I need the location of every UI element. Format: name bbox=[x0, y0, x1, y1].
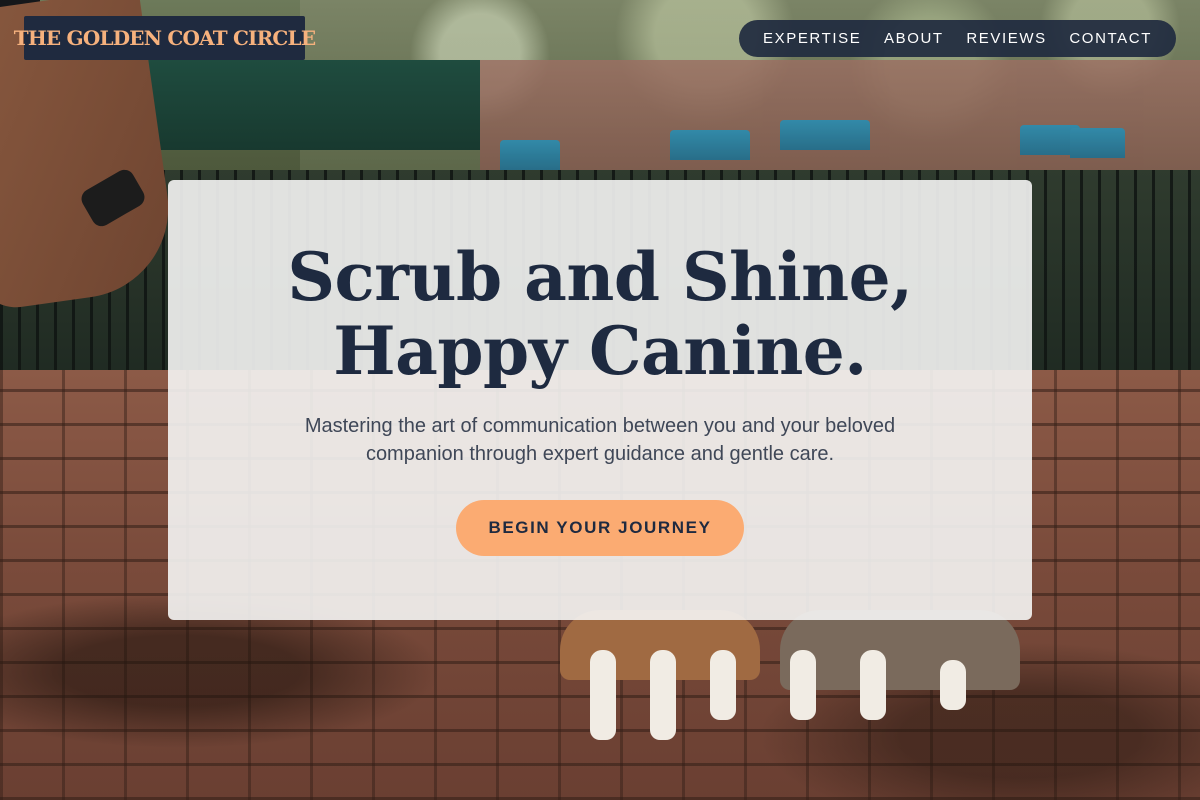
dog-leg bbox=[710, 650, 736, 720]
awning bbox=[670, 130, 750, 160]
nav-link-contact[interactable]: CONTACT bbox=[1069, 30, 1152, 47]
dogs bbox=[540, 610, 1020, 740]
headline-line-2: Happy Canine. bbox=[333, 312, 867, 390]
begin-journey-button[interactable]: BEGIN YOUR JOURNEY bbox=[456, 500, 744, 556]
nav-link-expertise[interactable]: EXPERTISE bbox=[763, 30, 861, 47]
hero-headline: Scrub and Shine, Happy Canine. bbox=[168, 240, 1032, 388]
dog-leg bbox=[790, 650, 816, 720]
nav-link-reviews[interactable]: REVIEWS bbox=[966, 30, 1046, 47]
main-nav: EXPERTISE ABOUT REVIEWS CONTACT bbox=[739, 20, 1176, 57]
nav-link-about[interactable]: ABOUT bbox=[884, 30, 944, 47]
dog-leg bbox=[650, 650, 676, 740]
awning bbox=[500, 140, 560, 170]
brand-logo[interactable]: THE GOLDEN COAT CIRCLE bbox=[14, 16, 316, 60]
awning bbox=[1070, 128, 1125, 158]
dog-leg bbox=[860, 650, 886, 720]
dog-right-body bbox=[780, 610, 1020, 690]
awning bbox=[780, 120, 870, 150]
dog-leg bbox=[590, 650, 616, 740]
dog-leg bbox=[940, 660, 966, 710]
hero-subtext: Mastering the art of communication betwe… bbox=[304, 415, 896, 465]
hero-card: Scrub and Shine, Happy Canine. Mastering… bbox=[168, 180, 1032, 620]
headline-line-1: Scrub and Shine, bbox=[287, 238, 913, 316]
brand-name: THE GOLDEN COAT CIRCLE bbox=[13, 26, 316, 50]
